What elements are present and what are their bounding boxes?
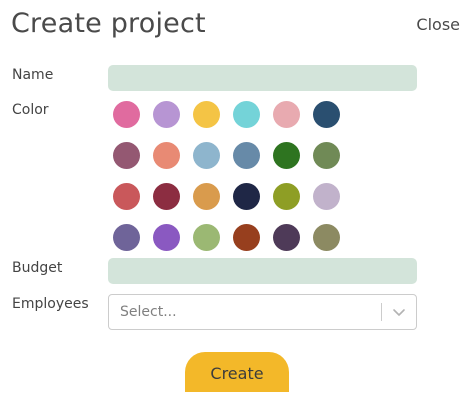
color-swatch[interactable] <box>273 101 300 128</box>
color-swatch[interactable] <box>113 183 140 210</box>
dialog-title: Create project <box>11 8 206 39</box>
color-swatch-row <box>113 183 353 224</box>
color-swatch[interactable] <box>153 101 180 128</box>
color-swatch[interactable] <box>313 142 340 169</box>
color-swatch[interactable] <box>193 183 220 210</box>
color-swatch[interactable] <box>273 183 300 210</box>
budget-input[interactable] <box>108 258 417 284</box>
chevron-down-icon[interactable] <box>391 304 407 320</box>
color-swatch[interactable] <box>113 224 140 251</box>
color-swatch[interactable] <box>113 142 140 169</box>
employees-select[interactable]: Select... <box>108 294 417 330</box>
color-swatch[interactable] <box>233 101 260 128</box>
budget-label: Budget <box>12 260 63 276</box>
color-swatch[interactable] <box>193 101 220 128</box>
color-swatch[interactable] <box>193 224 220 251</box>
color-swatch-row <box>113 101 353 142</box>
color-swatch[interactable] <box>233 224 260 251</box>
color-label: Color <box>12 102 49 118</box>
employees-select-placeholder: Select... <box>120 304 177 320</box>
color-swatch[interactable] <box>313 183 340 210</box>
name-label: Name <box>12 67 54 83</box>
color-swatch[interactable] <box>313 224 340 251</box>
color-swatch[interactable] <box>153 183 180 210</box>
color-swatch[interactable] <box>113 101 140 128</box>
color-swatch[interactable] <box>153 142 180 169</box>
color-swatch[interactable] <box>193 142 220 169</box>
employees-label: Employees <box>12 296 89 312</box>
select-separator <box>381 303 382 321</box>
color-swatch[interactable] <box>233 142 260 169</box>
color-picker <box>113 101 353 265</box>
color-swatch[interactable] <box>313 101 340 128</box>
color-swatch-row <box>113 142 353 183</box>
name-input[interactable] <box>108 65 417 91</box>
create-button[interactable]: Create <box>185 352 289 392</box>
close-button[interactable]: Close <box>416 14 460 36</box>
color-swatch[interactable] <box>273 224 300 251</box>
color-swatch[interactable] <box>273 142 300 169</box>
color-swatch[interactable] <box>153 224 180 251</box>
color-swatch[interactable] <box>233 183 260 210</box>
